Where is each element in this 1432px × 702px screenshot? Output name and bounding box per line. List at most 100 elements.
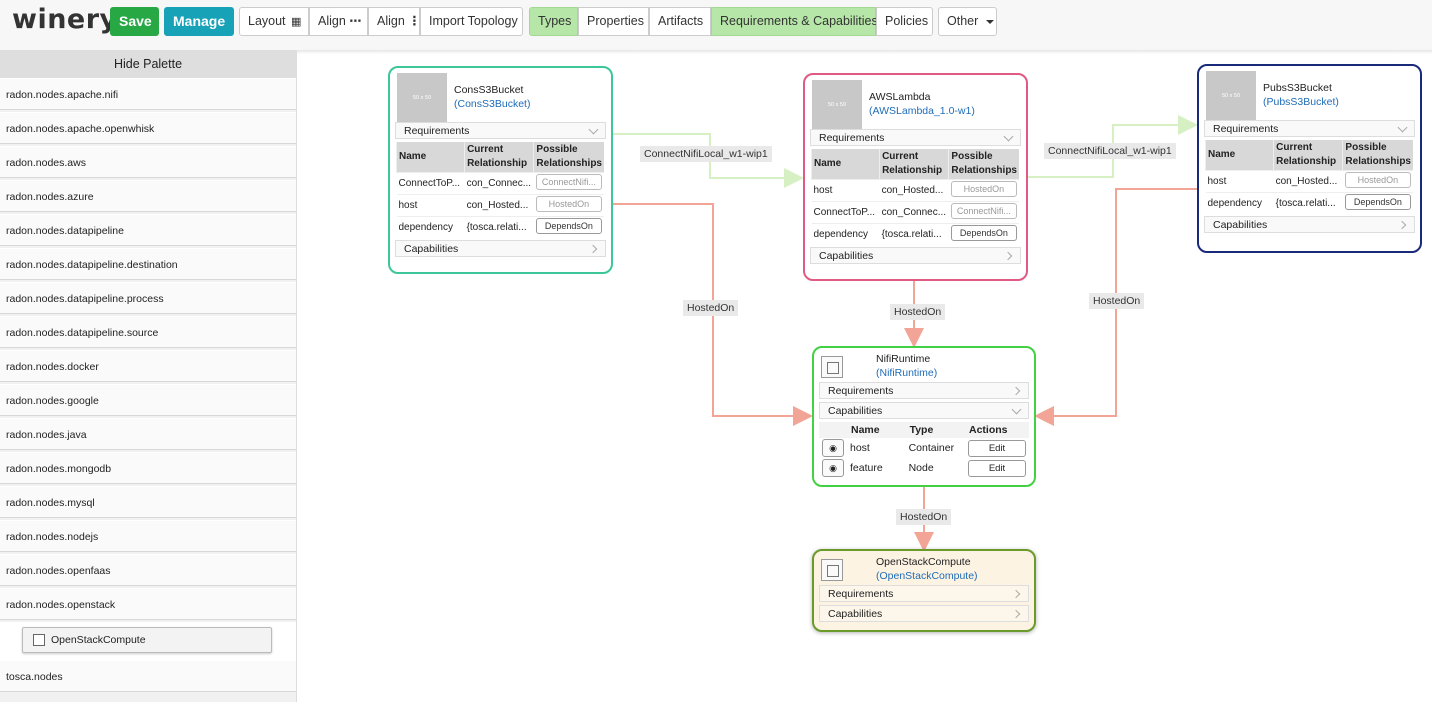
relationship-button[interactable]: ConnectNifi... bbox=[535, 174, 602, 190]
edge-label-connect-1[interactable]: ConnectNifiLocal_w1-wip1 bbox=[640, 146, 772, 162]
table-row: dependency {tosca.relati... DependsOn bbox=[1205, 192, 1413, 214]
palette-item[interactable]: radon.nodes.datapipeline.source bbox=[0, 316, 296, 348]
palette-item[interactable]: radon.nodes.apache.openwhisk bbox=[0, 112, 296, 144]
capabilities-label: Capabilities bbox=[828, 405, 883, 417]
requirements-label: Requirements bbox=[828, 588, 894, 600]
types-toggle[interactable]: Types bbox=[529, 7, 578, 36]
properties-toggle[interactable]: Properties bbox=[578, 7, 649, 36]
palette-item[interactable]: radon.nodes.datapipeline.destination bbox=[0, 248, 296, 280]
palette-item[interactable]: radon.nodes.docker bbox=[0, 350, 296, 382]
artifacts-toggle[interactable]: Artifacts bbox=[649, 7, 711, 36]
manage-button[interactable]: Manage bbox=[164, 7, 234, 36]
req-current: con_Connec... bbox=[464, 172, 534, 195]
col-possible: Possible Relationships bbox=[1342, 140, 1413, 171]
requirements-section[interactable]: Requirements bbox=[819, 585, 1029, 602]
table-row: ◉ feature Node Edit bbox=[819, 458, 1029, 478]
node-type[interactable]: (ConsS3Bucket) bbox=[454, 98, 530, 110]
capabilities-section[interactable]: Capabilities bbox=[819, 402, 1029, 419]
node-type[interactable]: (NifiRuntime) bbox=[876, 367, 937, 379]
req-current: {tosca.relati... bbox=[1273, 192, 1343, 214]
edge-label-hosted-3[interactable]: HostedOn bbox=[1089, 293, 1145, 309]
save-button[interactable]: Save bbox=[110, 7, 159, 36]
palette-item[interactable]: radon.nodes.nodejs bbox=[0, 520, 296, 552]
chevron-right-icon bbox=[1397, 220, 1407, 230]
node-nifi-runtime[interactable]: NifiRuntime (NifiRuntime) Requirements C… bbox=[812, 346, 1036, 487]
edge-label-connect-2[interactable]: ConnectNifiLocal_w1-wip1 bbox=[1044, 143, 1176, 159]
edge-label-hosted-4[interactable]: HostedOn bbox=[896, 509, 952, 525]
palette-node-type-chip[interactable]: OpenStackCompute bbox=[22, 627, 272, 653]
relationship-button[interactable]: DependsOn bbox=[950, 225, 1017, 241]
col-possible: Possible Relationships bbox=[533, 142, 604, 173]
requirements-section[interactable]: Requirements bbox=[810, 129, 1021, 146]
layout-button[interactable]: Layout ▦ bbox=[239, 7, 309, 36]
palette-item[interactable]: radon.nodes.openfaas bbox=[0, 554, 296, 586]
cap-type: Container bbox=[908, 442, 955, 454]
palette-item[interactable]: radon.nodes.java bbox=[0, 418, 296, 450]
capabilities-section[interactable]: Capabilities bbox=[819, 605, 1029, 622]
palette-item[interactable]: radon.nodes.azure bbox=[0, 180, 296, 212]
node-name: ConsS3Bucket bbox=[454, 84, 524, 96]
edge-label-hosted-2[interactable]: HostedOn bbox=[890, 304, 946, 320]
palette-item[interactable]: radon.nodes.google bbox=[0, 384, 296, 416]
table-row: host con_Hosted... HostedOn bbox=[811, 179, 1019, 202]
relationship-button[interactable]: HostedOn bbox=[1344, 172, 1411, 188]
node-aws-lambda[interactable]: 50 x 50 AWSLambda (AWSLambda_1.0-w1) Req… bbox=[803, 73, 1028, 281]
capabilities-label: Capabilities bbox=[828, 608, 883, 620]
palette-item[interactable]: radon.nodes.mongodb bbox=[0, 452, 296, 484]
winery-logo: winery bbox=[12, 4, 118, 35]
align-horizontal-button[interactable]: Align ⋯ bbox=[309, 7, 368, 36]
target-icon[interactable]: ◉ bbox=[822, 439, 844, 457]
topology-canvas[interactable]: ConnectNifiLocal_w1-wip1 ConnectNifiLoca… bbox=[297, 50, 1432, 702]
palette-item[interactable]: radon.nodes.aws bbox=[0, 146, 296, 178]
requirements-section[interactable]: Requirements bbox=[395, 122, 606, 139]
edge-label-hosted-1[interactable]: HostedOn bbox=[683, 300, 739, 316]
target-icon[interactable]: ◉ bbox=[822, 459, 844, 477]
node-type[interactable]: (AWSLambda_1.0-w1) bbox=[869, 105, 975, 117]
policies-toggle[interactable]: Policies bbox=[876, 7, 933, 36]
palette-item[interactable]: radon.nodes.datapipeline.process bbox=[0, 282, 296, 314]
capabilities-table: Name Type Actions ◉ host Container Edit … bbox=[819, 422, 1029, 478]
hide-palette-button[interactable]: Hide Palette bbox=[0, 50, 296, 78]
node-name: OpenStackCompute bbox=[876, 556, 971, 568]
import-topology-button[interactable]: Import Topology bbox=[420, 7, 523, 36]
node-name: PubsS3Bucket bbox=[1263, 82, 1332, 94]
node-type[interactable]: (PubsS3Bucket) bbox=[1263, 96, 1339, 108]
edit-button[interactable]: Edit bbox=[968, 439, 1026, 457]
edit-button[interactable]: Edit bbox=[968, 459, 1026, 477]
relationship-button[interactable]: HostedOn bbox=[950, 181, 1017, 197]
capabilities-section[interactable]: Capabilities bbox=[395, 240, 606, 257]
palette-item[interactable]: radon.nodes.openstack bbox=[0, 588, 296, 620]
requirements-capabilities-toggle[interactable]: Requirements & Capabilities bbox=[711, 7, 878, 36]
requirements-section[interactable]: Requirements bbox=[819, 382, 1029, 399]
requirements-label: Requirements bbox=[404, 125, 470, 137]
dots-vertical-icon: ⋮ bbox=[408, 14, 421, 28]
palette-item[interactable]: radon.nodes.apache.nifi bbox=[0, 78, 296, 110]
relationship-button[interactable]: HostedOn bbox=[535, 196, 602, 212]
palette-item[interactable]: radon.nodes.datapipeline bbox=[0, 214, 296, 246]
node-cons-s3-bucket[interactable]: 50 x 50 ConsS3Bucket (ConsS3Bucket) Requ… bbox=[388, 66, 613, 274]
palette-item[interactable]: tosca.nodes bbox=[0, 660, 296, 692]
node-pubs-s3-bucket[interactable]: 50 x 50 PubsS3Bucket (PubsS3Bucket) Requ… bbox=[1197, 64, 1422, 253]
req-current: con_Connec... bbox=[879, 201, 949, 224]
col-name: Name bbox=[810, 149, 880, 180]
other-dropdown[interactable]: Other bbox=[938, 7, 997, 36]
table-row: host con_Hosted... HostedOn bbox=[1205, 170, 1413, 193]
table-row: dependency {tosca.relati... DependsOn bbox=[396, 216, 604, 238]
col-name: Name bbox=[395, 142, 465, 173]
align-vertical-button[interactable]: Align ⋮ bbox=[368, 7, 421, 36]
requirements-section[interactable]: Requirements bbox=[1204, 120, 1415, 137]
palette-item[interactable]: radon.nodes.mysql bbox=[0, 486, 296, 518]
node-type[interactable]: (OpenStackCompute) bbox=[876, 570, 978, 582]
req-name: dependency bbox=[396, 216, 465, 238]
capabilities-section[interactable]: Capabilities bbox=[1204, 216, 1415, 233]
requirements-table: Name Current Relationship Possible Relat… bbox=[1204, 140, 1413, 214]
col-name: Name bbox=[1204, 140, 1274, 171]
relationship-button[interactable]: ConnectNifi... bbox=[950, 203, 1017, 219]
node-openstack-compute[interactable]: OpenStackCompute (OpenStackCompute) Requ… bbox=[812, 549, 1036, 632]
chevron-right-icon bbox=[1011, 386, 1021, 396]
requirements-label: Requirements bbox=[828, 385, 894, 397]
relationship-button[interactable]: DependsOn bbox=[535, 218, 602, 234]
chevron-right-icon bbox=[1011, 609, 1021, 619]
capabilities-section[interactable]: Capabilities bbox=[810, 247, 1021, 264]
relationship-button[interactable]: DependsOn bbox=[1344, 194, 1411, 210]
